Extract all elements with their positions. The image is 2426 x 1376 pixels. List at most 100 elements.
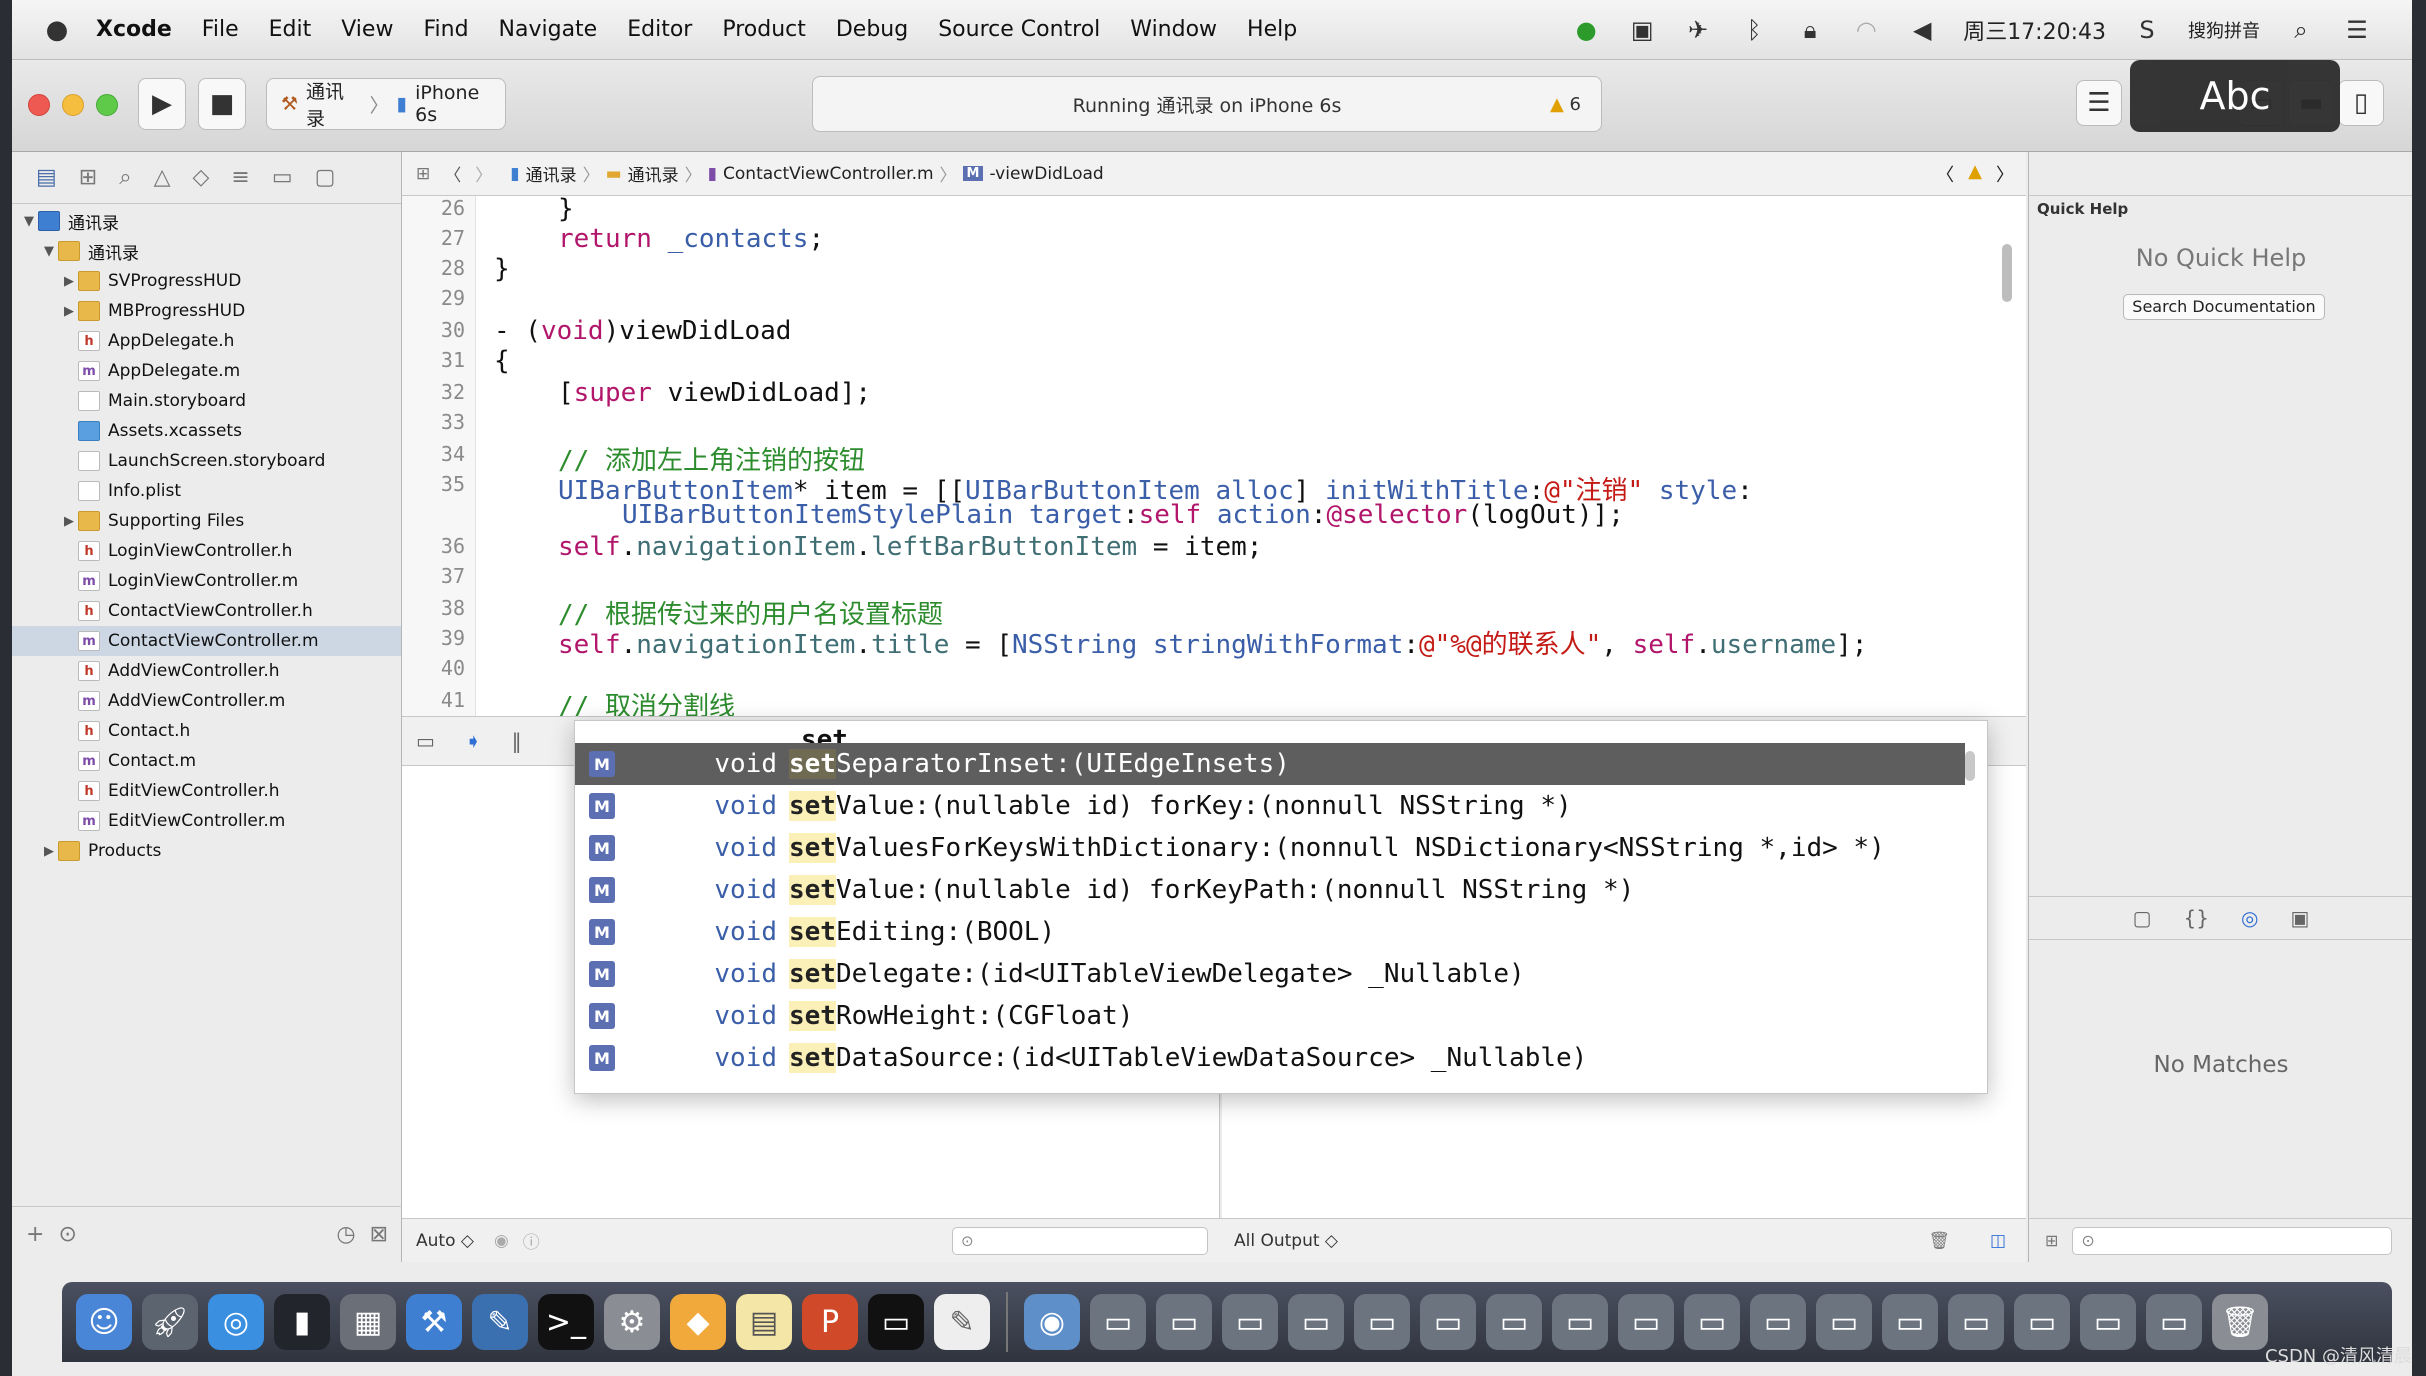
textedit-icon[interactable]: ✎	[934, 1294, 990, 1350]
breadcrumb-3[interactable]: -viewDidLoad	[989, 164, 1103, 184]
disclosure-triangle-icon[interactable]: ▼	[40, 244, 58, 259]
lock-icon[interactable]: 🔒︎	[1795, 15, 1825, 45]
minimized-window-icon[interactable]: ▭	[1816, 1294, 1872, 1350]
trash-icon[interactable]: 🗑︎	[1928, 1231, 1950, 1251]
scheme-selector[interactable]: ⚒ 通讯录 〉 ▮ iPhone 6s	[266, 78, 506, 130]
tree-item[interactable]: m AppDelegate.m	[12, 356, 401, 386]
system-preferences-icon[interactable]: ⚙	[604, 1294, 660, 1350]
tree-item[interactable]: ▶ Products	[12, 836, 401, 866]
minimized-window-icon[interactable]: ▭	[2146, 1294, 2202, 1350]
tree-item[interactable]: ▶ Supporting Files	[12, 506, 401, 536]
back-icon[interactable]: 〈	[444, 161, 461, 186]
test-icon[interactable]: ◇	[192, 165, 209, 190]
previous-issue-icon[interactable]: 〈	[1936, 161, 1954, 187]
close-window-button[interactable]	[28, 94, 50, 116]
disclosure-triangle-icon[interactable]: ▼	[20, 214, 38, 229]
completion-item[interactable]: Mvoid set Editing:(BOOL)	[575, 911, 1965, 953]
source-editor[interactable]: 2627282930313233343536373839404142 } ret…	[402, 196, 2026, 716]
minimized-window-icon[interactable]: ▭	[1618, 1294, 1674, 1350]
menu-source-control[interactable]: Source Control	[938, 17, 1100, 42]
completion-item[interactable]: Mvoid set Value:(nullable id) forKeyPath:(…	[575, 869, 1965, 911]
completion-item[interactable]: Mvoid set DataSource:(id<UITableViewDataSo…	[575, 1037, 1965, 1079]
minimized-window-icon[interactable]: ▭	[1684, 1294, 1740, 1350]
hide-debug-icon[interactable]: ▭	[416, 729, 435, 753]
menu-find[interactable]: Find	[423, 17, 468, 42]
hierarchy-icon[interactable]: ⊞	[79, 165, 97, 190]
minimized-window-icon[interactable]: ▭	[1288, 1294, 1344, 1350]
wifi-icon[interactable]: ◠	[1851, 15, 1881, 45]
eye-icon[interactable]: ◉	[494, 1231, 509, 1251]
tree-item[interactable]: h EditViewController.h	[12, 776, 401, 806]
editor-scroller[interactable]	[2002, 244, 2012, 302]
info-icon[interactable]: ⓘ	[523, 1228, 540, 1253]
tree-item[interactable]: m EditViewController.m	[12, 806, 401, 836]
tree-item[interactable]: m Contact.m	[12, 746, 401, 776]
tree-item[interactable]: ▶ MBProgressHUD	[12, 296, 401, 326]
menu-file[interactable]: File	[202, 17, 239, 42]
search-documentation-button[interactable]: Search Documentation	[2123, 294, 2325, 320]
tree-item[interactable]: h LoginViewController.h	[12, 536, 401, 566]
minimized-window-icon[interactable]: ▭	[1354, 1294, 1410, 1350]
standard-editor-button[interactable]: ☰	[2076, 80, 2122, 126]
scm-filter-icon[interactable]: ⊠	[370, 1222, 388, 1247]
code-snippet-icon[interactable]: {}	[2184, 906, 2209, 930]
apple-icon[interactable]: ●	[42, 15, 72, 45]
next-issue-icon[interactable]: 〉	[1996, 161, 2014, 187]
completion-item[interactable]: Mvoid set SeparatorInset:(UIEdgeInsets)	[575, 743, 1965, 785]
spotlight-icon[interactable]: ⌕	[2286, 15, 2316, 45]
library-filter-field[interactable]: ⊙	[2072, 1226, 2393, 1255]
add-icon[interactable]: +	[26, 1222, 44, 1247]
tree-item[interactable]: Main.storyboard	[12, 386, 401, 416]
menu-debug[interactable]: Debug	[836, 17, 908, 42]
tree-item[interactable]: ▼ 通讯录	[12, 236, 401, 266]
minimized-window-icon[interactable]: ▭	[1882, 1294, 1938, 1350]
zoom-window-button[interactable]	[96, 94, 118, 116]
finder-icon[interactable]: ☺	[76, 1294, 132, 1350]
safari-icon[interactable]: ◎	[208, 1294, 264, 1350]
all-output-selector[interactable]: All Output ◇	[1234, 1231, 1338, 1251]
breakpoint-icon[interactable]: ▭	[272, 165, 293, 190]
menu-help[interactable]: Help	[1247, 17, 1297, 42]
menu-view[interactable]: View	[341, 17, 393, 42]
warning-indicator[interactable]: ▲ 6	[1550, 94, 1581, 115]
minimized-window-icon[interactable]: ▭	[1222, 1294, 1278, 1350]
breadcrumb-2[interactable]: ContactViewController.m	[723, 164, 934, 184]
airplane-icon[interactable]: ✈	[1683, 15, 1713, 45]
minimized-window-icon[interactable]: ▭	[1948, 1294, 2004, 1350]
activity-viewer[interactable]: Running 通讯录 on iPhone 6s ▲ 6	[812, 76, 1602, 132]
notification-center-icon[interactable]: ☰	[2342, 15, 2372, 45]
tree-item[interactable]: m LoginViewController.m	[12, 566, 401, 596]
disclosure-triangle-icon[interactable]: ▶	[60, 304, 78, 319]
menu-editor[interactable]: Editor	[627, 17, 692, 42]
menu-window[interactable]: Window	[1130, 17, 1217, 42]
tree-item[interactable]: LaunchScreen.storyboard	[12, 446, 401, 476]
completion-item[interactable]: Mvoid set RowHeight:(CGFloat)	[575, 995, 1965, 1037]
breadcrumb-0[interactable]: 通讯录	[526, 161, 577, 186]
presentation-app-icon[interactable]: P	[802, 1294, 858, 1350]
menu-edit[interactable]: Edit	[269, 17, 312, 42]
input-method-label[interactable]: 搜狗拼音	[2188, 17, 2260, 43]
minimized-window-icon[interactable]: ▭	[1552, 1294, 1608, 1350]
trash-icon[interactable]: 🗑︎	[2212, 1294, 2268, 1350]
app-status-icon[interactable]: ●	[1571, 15, 1601, 45]
variables-filter-field[interactable]: ⊙	[952, 1226, 1208, 1255]
tree-item[interactable]: ▼ 通讯录	[12, 206, 401, 236]
recent-icon[interactable]: ◷	[336, 1222, 355, 1247]
menu-navigate[interactable]: Navigate	[499, 17, 598, 42]
completion-item[interactable]: Mvoid set ValuesForKeysWithDictionary:(non…	[575, 827, 1965, 869]
stop-button[interactable]: ■	[198, 78, 246, 130]
notes-icon[interactable]: ▤	[736, 1294, 792, 1350]
bluetooth-icon[interactable]: ᛒ	[1739, 15, 1769, 45]
run-button[interactable]: ▶	[138, 78, 186, 130]
disclosure-triangle-icon[interactable]: ▶	[40, 844, 58, 859]
menu-app-xcode[interactable]: Xcode	[96, 17, 172, 42]
minimized-window-icon[interactable]: ▭	[1486, 1294, 1542, 1350]
minimized-window-icon[interactable]: ▭	[1750, 1294, 1806, 1350]
split-view-icon[interactable]: ◫	[1990, 1231, 2006, 1251]
minimized-window-icon[interactable]: ▭	[2014, 1294, 2070, 1350]
console-app-icon[interactable]: ▭	[868, 1294, 924, 1350]
completion-item[interactable]: Mvoid set Value:(nullable id) forKey:(nonn…	[575, 785, 1965, 827]
minimize-window-button[interactable]	[62, 94, 84, 116]
pen-app-icon[interactable]: ✎	[472, 1294, 528, 1350]
preview-app-icon[interactable]: ◉	[1024, 1294, 1080, 1350]
